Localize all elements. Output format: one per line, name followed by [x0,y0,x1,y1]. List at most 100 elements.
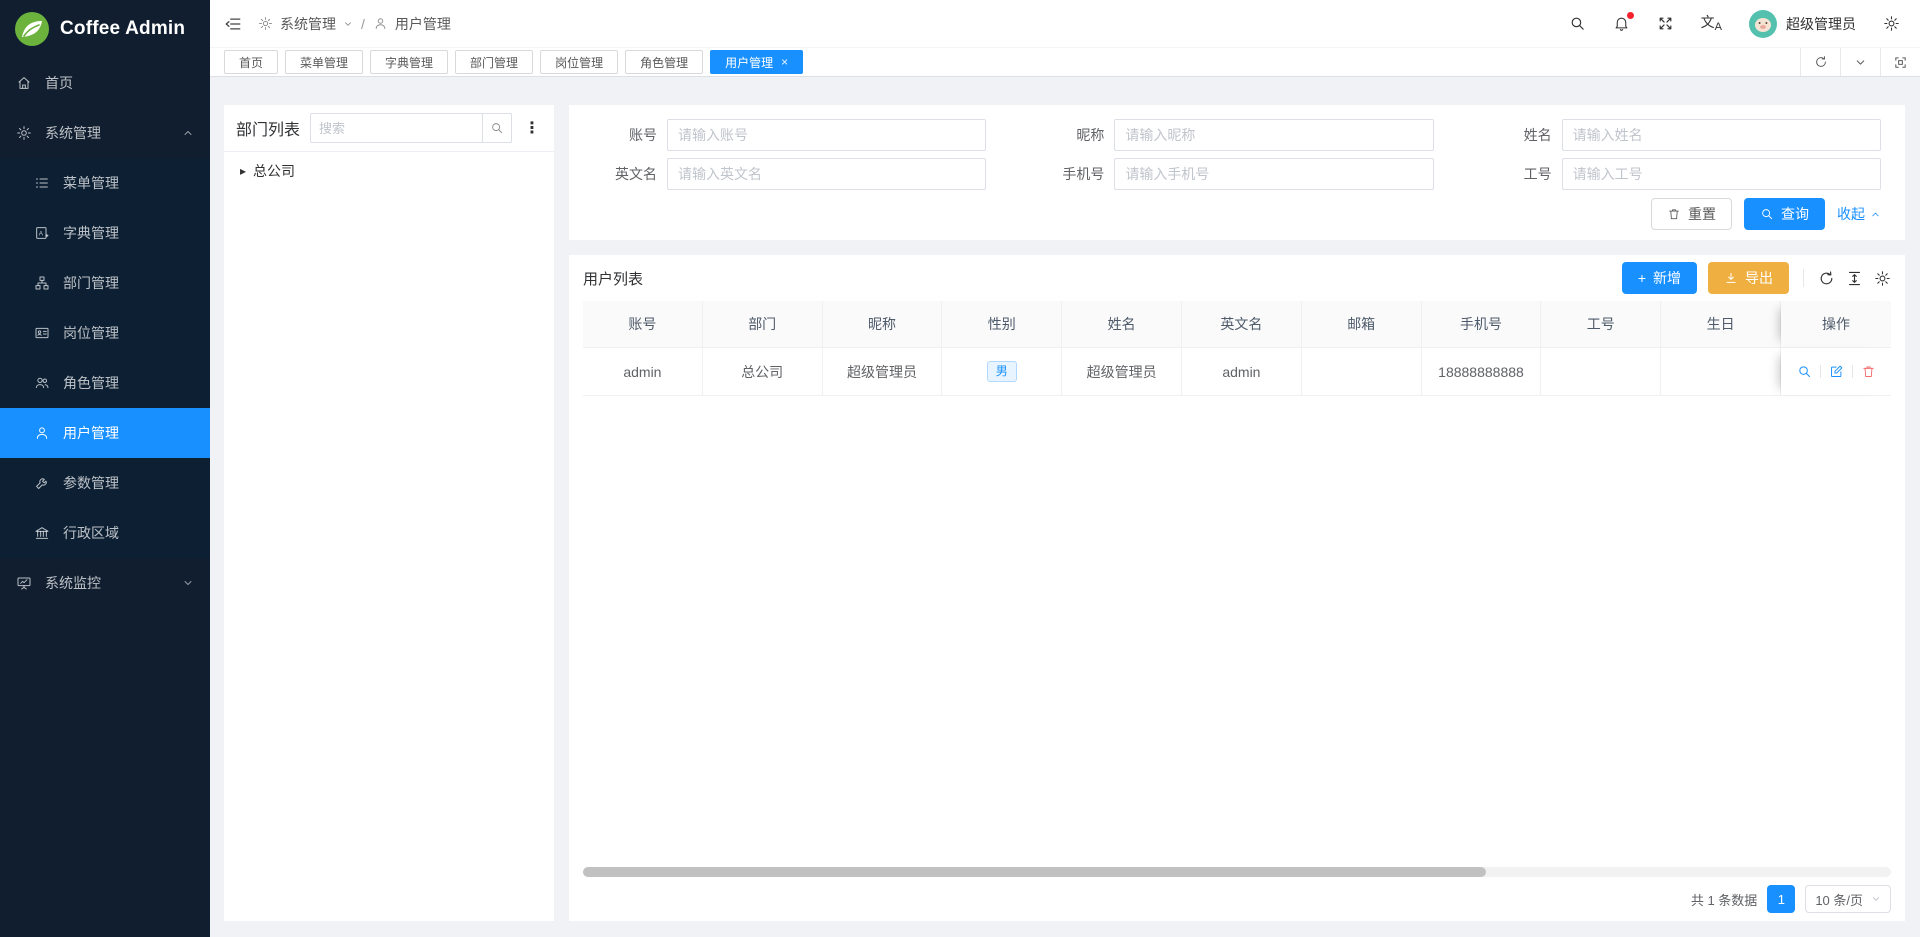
user-menu[interactable]: 超级管理员 [1749,10,1856,38]
gear-icon [1883,15,1900,32]
app-logo[interactable]: Coffee Admin [0,0,210,58]
cell-actions [1781,348,1891,396]
field-label: 工号 [1488,164,1552,184]
field-label: 英文名 [593,164,657,184]
department-search-button[interactable] [482,113,512,143]
sidebar-item-menu-mgmt[interactable]: 菜单管理 [0,158,210,208]
field-label: 昵称 [1040,125,1104,145]
column-header: 性别 [942,301,1062,348]
horizontal-scrollbar [583,867,1891,877]
tab-refresh-button[interactable] [1800,48,1840,76]
tree-expand-caret-icon[interactable]: ▸ [240,164,246,178]
column-header: 账号 [583,301,703,348]
cell-birthday [1661,348,1781,396]
fullscreen-button[interactable] [1657,15,1674,32]
pagination-total: 共 1 条数据 [1691,890,1757,909]
pagination: 共 1 条数据 1 10 条/页 [583,877,1891,921]
chevron-down-icon [1854,56,1867,69]
sidebar-item-admin-region[interactable]: 行政区域 [0,508,210,558]
tab-menu-mgmt[interactable]: 菜单管理 [285,50,363,74]
field-label: 账号 [593,125,657,145]
table-refresh-button[interactable] [1818,270,1835,287]
sidebar-item-param-mgmt[interactable]: 参数管理 [0,458,210,508]
tab-user-mgmt[interactable]: 用户管理 × [710,50,803,74]
id-card-icon [34,325,50,341]
breadcrumb-page: 用户管理 [373,14,451,34]
table-toolbar-actions: + 新增 导出 [1622,262,1891,294]
topbar-actions: 文A 超级管理员 [1569,10,1900,38]
sidebar: Coffee Admin 首页 系统管理 菜单管理 字典管理 部门管理 [0,0,210,937]
column-settings-button[interactable] [1874,270,1891,287]
table-title: 用户列表 [583,268,643,289]
gear-icon [1874,270,1891,287]
edit-row-button[interactable] [1829,364,1844,379]
field-work-no: 工号 [1488,158,1881,190]
cell-email [1302,348,1422,396]
username: 超级管理员 [1786,14,1856,34]
tab-close-icon[interactable]: × [781,55,788,69]
row-density-button[interactable] [1846,270,1863,287]
account-input[interactable] [667,119,986,151]
cell-name: 超级管理员 [1062,348,1182,396]
global-search-button[interactable] [1569,15,1586,32]
add-user-button[interactable]: + 新增 [1622,262,1697,294]
sidebar-item-dict-mgmt[interactable]: 字典管理 [0,208,210,258]
tab-dict-mgmt[interactable]: 字典管理 [370,50,448,74]
tree-node-root-company[interactable]: ▸ 总公司 [224,152,554,181]
sidebar-item-label: 首页 [45,73,73,93]
english-name-input[interactable] [667,158,986,190]
divider [1852,365,1853,378]
tab-home[interactable]: 首页 [224,50,278,74]
user-search-form: 账号 昵称 姓名 英文名 [569,105,1905,240]
breadcrumb-section[interactable]: 系统管理 [258,14,353,34]
reset-button[interactable]: 重置 [1651,198,1732,230]
notification-badge [1627,12,1634,19]
delete-row-button[interactable] [1861,364,1876,379]
home-icon [16,75,32,91]
page-1-button[interactable]: 1 [1767,885,1795,913]
refresh-icon [1818,270,1835,287]
column-header: 邮箱 [1302,301,1422,348]
sidebar-item-role-mgmt[interactable]: 角色管理 [0,358,210,408]
horizontal-scrollbar-thumb[interactable] [583,867,1486,877]
table-toolbar: 用户列表 + 新增 导出 [583,255,1891,301]
nickname-input[interactable] [1114,119,1433,151]
field-label: 手机号 [1040,164,1104,184]
view-row-button[interactable] [1797,364,1812,379]
query-button[interactable]: 查询 [1744,198,1825,230]
tab-dept-mgmt[interactable]: 部门管理 [455,50,533,74]
search-icon [490,121,504,135]
sidebar-fold-button[interactable] [224,15,242,33]
tab-maximize-button[interactable] [1880,48,1920,76]
sidebar-item-label: 用户管理 [63,423,119,443]
sidebar-item-dept-mgmt[interactable]: 部门管理 [0,258,210,308]
sidebar-item-post-mgmt[interactable]: 岗位管理 [0,308,210,358]
sidebar-item-home[interactable]: 首页 [0,58,210,108]
fullscreen-icon [1657,15,1674,32]
tab-role-mgmt[interactable]: 角色管理 [625,50,703,74]
tab-post-mgmt[interactable]: 岗位管理 [540,50,618,74]
phone-input[interactable] [1114,158,1433,190]
sidebar-item-label: 字典管理 [63,223,119,243]
language-switch-button[interactable]: 文A [1701,15,1722,33]
content-area: 部门列表 ⋮ ▸ 总公司 [210,77,1920,937]
settings-button[interactable] [1883,15,1900,32]
collapse-link[interactable]: 收起 [1837,204,1881,224]
notifications-button[interactable] [1613,15,1630,32]
cell-english-name: admin [1182,348,1302,396]
work-no-input[interactable] [1562,158,1881,190]
sidebar-item-system-mgmt[interactable]: 系统管理 [0,108,210,158]
gear-icon [16,125,32,141]
department-more-button[interactable]: ⋮ [522,118,542,138]
sidebar-item-system-monitor[interactable]: 系统监控 [0,558,210,608]
sidebar-item-user-mgmt[interactable]: 用户管理 [0,408,210,458]
tab-options-button[interactable] [1840,48,1880,76]
cell-dept: 总公司 [703,348,823,396]
department-search-input[interactable] [310,113,482,143]
export-button[interactable]: 导出 [1708,262,1789,294]
page-size-select[interactable]: 10 条/页 [1805,885,1891,913]
sidebar-item-label: 行政区域 [63,523,119,543]
name-input[interactable] [1562,119,1881,151]
topbar: 系统管理 / 用户管理 [210,0,1920,48]
app-title: Coffee Admin [60,18,185,40]
